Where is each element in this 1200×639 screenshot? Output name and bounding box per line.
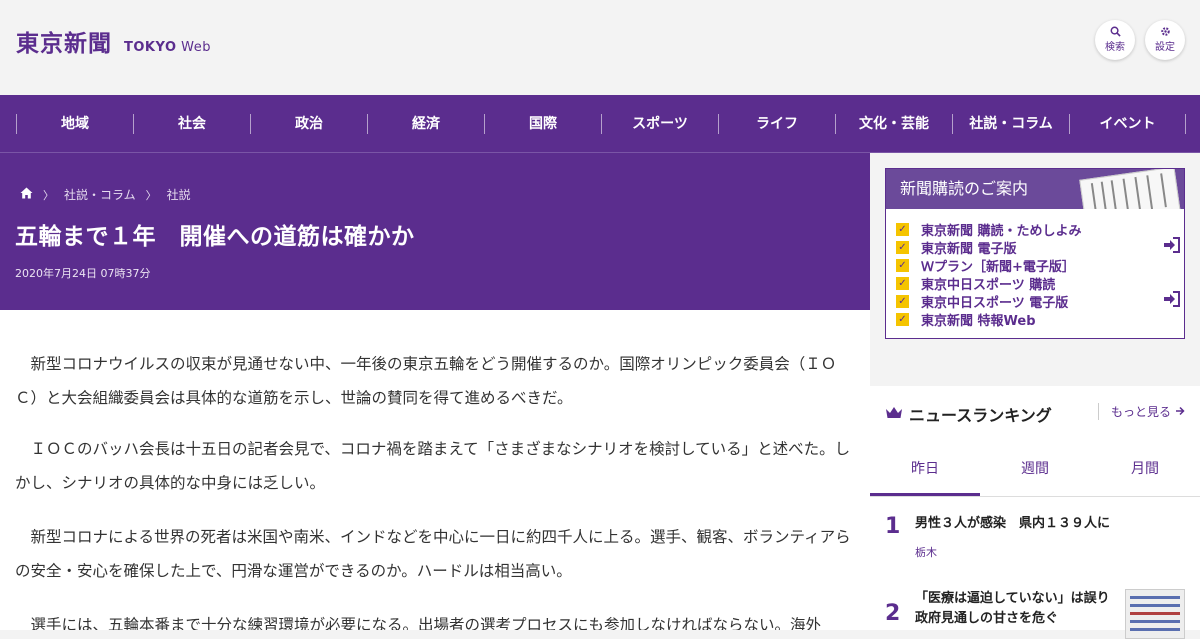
ranking-headline: 「医療は逼迫していない」は誤り 政府見通しの甘さを危ぐ xyxy=(915,591,1123,626)
subscription-link-item: ✓ 東京中日スポーツ 購読 xyxy=(896,274,1082,293)
sidebar: 新聞購読のご案内 ✓ 東京新聞 購読・ためしよみ ✓ 東京新聞 電子版 ✓ Ｗプラン［… xyxy=(870,153,1200,639)
article-hero: 〉 社説・コラム 〉 社説 五輪まで１年 開催への道筋は確かか 2020年7月2… xyxy=(0,153,870,310)
ranking-heading: ニュースランキング xyxy=(885,402,1052,426)
check-icon: ✓ xyxy=(896,240,909,254)
site-logo[interactable]: 東京新聞 TOKYO Web xyxy=(16,24,211,58)
search-label: 検索 xyxy=(1105,42,1125,53)
nav-item-life[interactable]: ライフ xyxy=(718,113,835,134)
check-icon: ✓ xyxy=(896,312,909,326)
subscription-link-item: ✓ Ｗプラン［新聞+電子版］ xyxy=(896,256,1082,275)
check-icon: ✓ xyxy=(896,222,909,236)
settings-button[interactable]: 設定 xyxy=(1145,20,1185,60)
article-paragraph: ＩＯＣのバッハ会長は十五日の記者会見で、コロナ禍を踏まえて「さまざまなシナリオを… xyxy=(15,440,851,492)
gear-icon xyxy=(1160,26,1171,40)
nav-item-politics[interactable]: 政治 xyxy=(250,113,367,134)
check-icon: ✓ xyxy=(896,294,909,308)
subscription-box: 新聞購読のご案内 ✓ 東京新聞 購読・ためしよみ ✓ 東京新聞 電子版 ✓ Ｗプラン［… xyxy=(885,168,1185,339)
tab-weekly[interactable]: 週間 xyxy=(980,442,1090,496)
newspaper-image xyxy=(1079,169,1181,209)
subscription-link[interactable]: 東京中日スポーツ 電子版 xyxy=(921,292,1068,311)
article-title: 五輪まで１年 開催への道筋は確かか xyxy=(15,224,415,250)
crown-icon xyxy=(885,405,903,424)
tab-monthly[interactable]: 月間 xyxy=(1090,442,1200,496)
ranking-tabs: 昨日 週間 月間 xyxy=(870,442,1200,497)
more-link-label: もっと見る xyxy=(1111,405,1172,419)
nav-item-economy[interactable]: 経済 xyxy=(367,113,484,134)
logo-english-bold: TOKYO xyxy=(124,40,177,55)
breadcrumb: 〉 社説・コラム 〉 社説 xyxy=(20,186,191,203)
nav-item-society[interactable]: 社会 xyxy=(133,113,250,134)
chevron-right-icon: 〉 xyxy=(145,188,157,202)
nav-item-sports[interactable]: スポーツ xyxy=(601,113,718,134)
ranking-number: 2 xyxy=(885,601,901,626)
nav-item-culture[interactable]: 文化・芸能 xyxy=(835,113,952,134)
check-icon: ✓ xyxy=(896,258,909,272)
news-ranking: ニュースランキング もっと見る 昨日 週間 月間 1 男性３人が感染 県内１３９… xyxy=(870,386,1200,639)
article-body: 新型コロナウイルスの収束が見通せない中、一年後の東京五輪をどう開催するのか。国際… xyxy=(0,310,870,630)
nav-item-events[interactable]: イベント xyxy=(1069,113,1186,134)
logo-english: TOKYO Web xyxy=(124,40,211,55)
nav-item-region[interactable]: 地域 xyxy=(16,113,133,134)
logo-english-light: Web xyxy=(176,40,211,55)
subscription-link[interactable]: 東京新聞 電子版 xyxy=(921,238,1017,257)
ranking-number: 1 xyxy=(885,514,901,539)
ranking-headline: 男性３人が感染 県内１３９人に xyxy=(915,516,1111,531)
sign-in-icon[interactable] xyxy=(1163,291,1181,312)
ranking-thumbnail xyxy=(1125,589,1185,639)
ranking-tag: 栃木 xyxy=(915,546,937,559)
chevron-right-icon: 〉 xyxy=(43,188,54,202)
breadcrumb-editorial[interactable]: 社説 xyxy=(167,186,191,203)
subscription-link[interactable]: 東京新聞 特報Web xyxy=(921,310,1036,329)
article-date: 2020年7月24日 07時37分 xyxy=(15,267,151,280)
logo-japanese: 東京新聞 xyxy=(16,30,112,57)
article-paragraph: 新型コロナによる世界の死者は米国や南米、インドなどを中心に一日に約四千人に上る。… xyxy=(15,528,851,580)
breadcrumb-editorial-column[interactable]: 社説・コラム xyxy=(64,186,136,203)
settings-label: 設定 xyxy=(1155,42,1175,53)
search-icon xyxy=(1110,26,1121,40)
subscription-link-item: ✓ 東京新聞 購読・ためしよみ xyxy=(896,220,1082,239)
subscription-link-item: ✓ 東京中日スポーツ 電子版 xyxy=(896,292,1082,311)
more-link[interactable]: もっと見る xyxy=(1098,403,1185,420)
ranking-title: ニュースランキング xyxy=(909,406,1052,425)
subscription-heading-text: 新聞購読のご案内 xyxy=(900,179,1029,198)
nav-item-editorial[interactable]: 社説・コラム xyxy=(952,113,1069,134)
site-header: 東京新聞 TOKYO Web 検索 設定 xyxy=(0,0,1200,95)
subscription-links: ✓ 東京新聞 購読・ためしよみ ✓ 東京新聞 電子版 ✓ Ｗプラン［新聞+電子版］ ✓… xyxy=(896,220,1082,329)
main-nav: 地域 社会 政治 経済 国際 スポーツ ライフ 文化・芸能 社説・コラム イベン… xyxy=(0,95,1200,152)
subscription-link-item: ✓ 東京新聞 電子版 xyxy=(896,238,1082,257)
article-paragraph: 新型コロナウイルスの収束が見通せない中、一年後の東京五輪をどう開催するのか。国際… xyxy=(15,355,837,407)
subscription-link[interactable]: Ｗプラン［新聞+電子版］ xyxy=(921,256,1075,275)
check-icon: ✓ xyxy=(896,276,909,290)
arrow-right-icon xyxy=(1175,405,1185,419)
subscription-heading: 新聞購読のご案内 xyxy=(886,169,1184,209)
sign-in-icon[interactable] xyxy=(1163,237,1181,258)
subscription-link[interactable]: 東京中日スポーツ 購読 xyxy=(921,274,1055,293)
search-button[interactable]: 検索 xyxy=(1095,20,1135,60)
nav-item-international[interactable]: 国際 xyxy=(484,113,601,134)
tab-yesterday[interactable]: 昨日 xyxy=(870,442,980,496)
subscription-link-item: ✓ 東京新聞 特報Web xyxy=(896,310,1082,329)
subscription-link[interactable]: 東京新聞 購読・ためしよみ xyxy=(921,220,1082,239)
home-icon[interactable] xyxy=(20,187,33,202)
article-paragraph: 選手には、五輪本番まで十分な練習環境が必要になる。出場者の選考プロセスにも参加し… xyxy=(30,616,822,630)
